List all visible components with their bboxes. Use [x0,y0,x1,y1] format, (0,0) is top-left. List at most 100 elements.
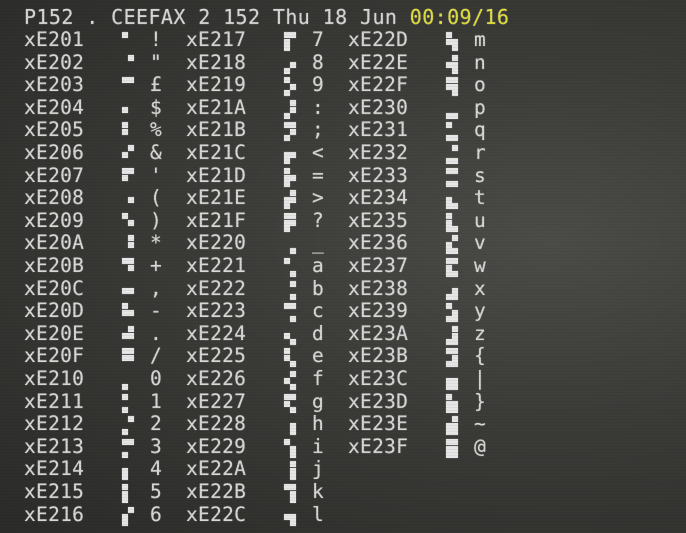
mosaic-cell [290,484,296,490]
mosaic-cell [452,416,458,423]
mosaic-glyph-icon [446,368,458,390]
char-code: xE222 [186,276,247,300]
mosaic-cell [290,474,296,481]
mosaic-cell [128,258,134,264]
char-code: xE232 [348,141,409,164]
mosaic-cell [290,293,296,300]
char-glyph: f [312,367,324,390]
mosaic-glyph-icon [446,323,458,345]
mosaic-cell [284,90,290,97]
char-code: xE212 [24,412,85,436]
char-code: xE225 [186,344,247,368]
mosaic-cell [290,197,296,204]
mosaic-glyph-icon [284,187,296,210]
char-glyph: h [312,412,324,436]
mosaic-glyph-icon [284,255,296,277]
mosaic-glyph-icon [122,74,134,96]
char-code: xE229 [186,434,247,458]
mosaic-cell [452,67,458,74]
mosaic-cell [284,67,290,74]
mosaic-cell [128,325,134,332]
char-glyph: 0 [150,367,162,390]
mosaic-cell [284,203,290,210]
mosaic-glyph-icon [122,300,134,322]
char-glyph: { [474,344,486,368]
char-glyph: , [150,276,162,300]
char-code: xE227 [186,389,247,413]
mosaic-cell [128,287,134,294]
mosaic-cell [452,316,458,323]
mosaic-cell [284,225,290,232]
mosaic-glyph-icon [122,481,134,503]
table-row: xE20F / xE225 e xE23B { [24,344,684,368]
mosaic-glyph-icon [122,391,134,413]
mosaic-cell [128,77,134,84]
char-code: xE21A [186,95,247,119]
mosaic-cell [128,197,134,204]
mosaic-cell [122,212,128,219]
char-glyph: ' [150,163,162,187]
mosaic-cell [284,77,290,84]
char-code: xE21F [186,208,247,232]
char-glyph: 9 [312,73,324,97]
char-glyph: £ [150,73,162,97]
char-glyph: } [474,389,486,413]
table-row: xE204 $ xE21A: xE230 p [24,95,684,119]
month: Jun [360,5,398,29]
mosaic-cell [452,112,458,119]
char-code: xE21B [186,118,247,142]
char-glyph: z [474,321,486,345]
day-of-month: 18 [322,5,348,29]
char-code: xE214 [24,457,85,481]
mosaic-cell [290,219,296,226]
mosaic-cell [452,90,458,97]
char-glyph: + [150,254,162,277]
char-glyph: . [150,321,162,345]
mosaic-cell [452,361,458,368]
mosaic-cell [452,248,458,255]
mosaic-cell [290,61,296,68]
char-code: xE208 [24,186,85,210]
mosaic-cell [122,451,128,458]
table-row: xE20D - xE223 c xE239 y [24,299,684,323]
char-glyph: y [474,299,486,323]
mosaic-glyph-icon [284,368,296,390]
teletext-screen: P152 . CEEFAX 2 152 Thu 18 Jun 00:09/16 … [0,0,686,533]
mosaic-glyph-icon [446,210,458,232]
char-glyph: ; [312,118,324,142]
mosaic-cell [290,451,296,458]
mosaic-cell [452,438,458,445]
mosaic-cell [284,348,290,355]
weekday: Thu [272,5,311,29]
mosaic-cell [284,158,290,164]
service-name: CEEFAX 2 [111,5,211,29]
char-glyph: 2 [150,412,162,436]
char-code: xE235 [348,208,409,232]
char-glyph: q [474,118,486,142]
char-glyph: 4 [150,457,162,481]
mosaic-cell [284,167,290,174]
mosaic-glyph-icon [446,165,458,187]
table-row: xE20A * xE220 _ xE236 v [24,231,684,255]
mosaic-glyph-icon [284,391,296,413]
char-glyph: - [150,299,162,323]
mosaic-glyph-icon [446,29,458,51]
char-code: xE224 [186,321,247,345]
mosaic-glyph-icon [284,300,296,323]
page-number: 152 [223,5,261,29]
char-glyph: u [474,208,486,232]
char-code: xE220 [186,231,247,255]
mosaic-glyph-icon [284,119,296,142]
mosaic-cell [290,303,296,310]
mosaic-cell [122,174,128,181]
mosaic-glyph-icon [122,323,134,345]
mosaic-cell [452,77,458,84]
char-code: xE219 [186,73,247,97]
char-code: xE209 [24,208,85,232]
char-code: xE22D [348,28,409,51]
char-code: xE23C [348,367,409,390]
mosaic-cell [122,32,128,38]
char-code: xE206 [24,141,85,164]
char-glyph: ( [150,186,162,210]
char-code: xE204 [24,95,85,119]
